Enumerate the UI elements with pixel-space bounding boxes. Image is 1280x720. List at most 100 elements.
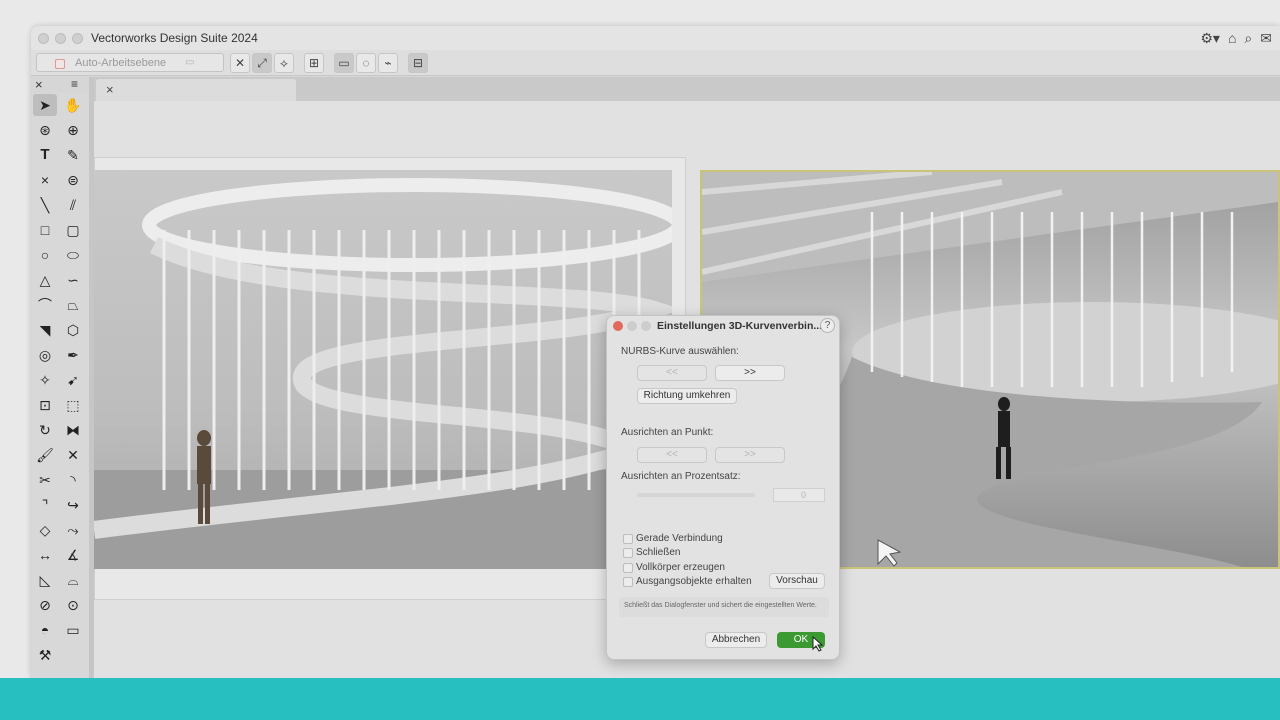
title-bar: Vectorworks Design Suite 2024 ⚙︎▾ ⌂ ⌕ ✉ [31,26,1280,50]
dialog-zoom-button[interactable] [641,321,651,331]
angular-dimension-tool-icon[interactable]: ∡ [61,544,85,566]
protractor-tool-icon[interactable]: ◓ [33,619,57,641]
snap-distance-icon[interactable]: ⊞ [304,53,324,73]
reshape-tool-icon[interactable]: ⬚ [61,394,85,416]
stair-render-viewport[interactable] [94,170,672,569]
working-plane-selector[interactable]: Auto-Arbeitsebene ▭ [36,53,224,72]
view-toolbar: Auto-Arbeitsebene ▭ ✕ ⤢ ⟡ ⊞ ▭ ◌ ⌁ ⊟ [31,50,1280,76]
chamfer-tool-icon[interactable]: ◺ [33,569,57,591]
align-point-prev-button[interactable]: << [637,447,707,463]
triangle-tool-icon[interactable]: △ [33,269,57,291]
snap-grid-icon[interactable]: ✕ [230,53,250,73]
nurbs-prev-button[interactable]: << [637,365,707,381]
dimension-tool-icon[interactable]: ↔ [33,544,57,566]
symbol-insertion-tool-icon[interactable]: ⊜ [61,169,85,191]
bottom-accent-bar [0,678,1280,720]
document-tab[interactable]: × [96,79,296,101]
fillet-shape-tool-icon[interactable]: ◥ [33,319,57,341]
bezier-tool-icon[interactable]: ⌓ [61,569,85,591]
dialog-title: Einstellungen 3D-Kurvenverbin... [657,320,823,332]
document-tab-bar: × [94,77,1280,101]
connect-combine-tool-icon[interactable]: ⌝ [33,494,57,516]
tools-hammer-icon[interactable]: ⚒ [33,644,57,666]
selection-tool-icon[interactable]: ➤ [33,94,57,116]
text-tool-icon[interactable]: T [33,144,57,166]
nurbs-curve-label: NURBS-Kurve auswählen: [621,346,739,357]
mail-icon[interactable]: ✉ [1260,29,1272,47]
diameter-dimension-tool-icon[interactable]: ⊘ [33,594,57,616]
regular-polygon-tool-icon[interactable]: ⬡ [61,319,85,341]
zoom-tool-icon[interactable]: ⊕ [61,119,85,141]
search-icon[interactable]: ⌕ [1244,29,1252,47]
home-icon[interactable]: ⌂ [1228,29,1236,47]
plane-pattern-icon: ▭ [185,57,195,68]
dialog-close-button[interactable] [613,321,623,331]
dialog-minimize-button[interactable] [627,321,637,331]
cancel-button[interactable]: Abbrechen [705,632,767,648]
tape-measure-tool-icon[interactable]: ⊙ [61,594,85,616]
minimize-window-button[interactable] [55,33,66,44]
line-tool-icon[interactable]: ╲ [33,194,57,216]
working-plane-label: Auto-Arbeitsebene [75,57,167,69]
settings-gear-icon[interactable]: ⚙︎▾ [1200,29,1220,47]
magic-wand-tool-icon[interactable]: ✧ [33,369,57,391]
keep-source-objects-label: Ausgangsobjekte erhalten [636,576,752,587]
callout-tool-icon[interactable]: ✎ [61,144,85,166]
close-window-button[interactable] [38,33,49,44]
align-percent-slider[interactable] [637,493,755,497]
curve-connection-settings-dialog: Einstellungen 3D-Kurvenverbin... ? NURBS… [606,315,840,660]
keep-source-objects-checkbox[interactable] [623,577,633,587]
zoom-window-button[interactable] [72,33,83,44]
brush-tool-icon[interactable]: 🖌 [33,444,57,466]
snap-object-icon[interactable]: ⤢ [252,53,272,73]
circle-tool-icon[interactable]: ○ [33,244,57,266]
lasso-select-icon[interactable]: ◌ [356,53,376,73]
trim-tool-icon[interactable]: ✕ [61,444,85,466]
reverse-direction-button[interactable]: Richtung umkehren [637,388,737,404]
rounded-rectangle-tool-icon[interactable]: ▢ [61,219,85,241]
snap-intersection-icon[interactable]: ⟡ [274,53,294,73]
oval-tool-icon[interactable]: ⬭ [61,244,85,266]
align-percent-field[interactable]: 0 [773,488,825,502]
close-palette-icon[interactable]: × [35,77,43,92]
window-title: Vectorworks Design Suite 2024 [91,31,258,45]
mirror-tool-icon[interactable]: ⧓ [61,419,85,441]
visibility-tool-icon[interactable]: ➹ [61,369,85,391]
working-plane-checkbox[interactable] [55,59,65,69]
double-line-tool-icon[interactable]: ⫽ [61,194,85,216]
nurbs-next-button[interactable]: >> [715,365,785,381]
align-point-next-button[interactable]: >> [715,447,785,463]
split-tool-icon[interactable]: ✂ [33,469,57,491]
rectangle-select-icon[interactable]: ▭ [334,53,354,73]
dialog-help-button[interactable]: ? [820,318,835,333]
attribute-mapping-tool-icon[interactable]: ⊡ [33,394,57,416]
close-tab-icon[interactable]: × [106,82,114,97]
close-checkbox[interactable] [623,548,633,558]
flyover-tool-icon[interactable]: ⊛ [33,119,57,141]
tool-palette: ➤ ✋ ⊛ ⊕ T ✎ × ⊜ ╲ ⫽ □ ▢ ○ ⬭ △ ∽ ⌒ ⏢ ◥ ⬡ … [31,93,89,678]
preview-button[interactable]: Vorschau [769,573,825,589]
polyline-tool-icon[interactable]: ⌒ [33,294,57,316]
mouse-cursor-icon [812,636,824,652]
align-point-label: Ausrichten an Punkt: [621,427,714,438]
spiral-tool-icon[interactable]: ◎ [33,344,57,366]
align-percent-label: Ausrichten an Prozentsatz: [621,471,741,482]
rectangle-tool-icon[interactable]: □ [33,219,57,241]
polygon-select-icon[interactable]: ⌁ [378,53,398,73]
slot-tool-icon[interactable]: ▭ [61,619,85,641]
offset-tool-icon[interactable]: ↪ [61,494,85,516]
freehand-tool-icon[interactable]: ∽ [61,269,85,291]
create-solid-checkbox[interactable] [623,563,633,573]
polygon-tool-icon[interactable]: ⏢ [61,294,85,316]
palette-menu-icon[interactable]: ≡ [71,77,78,91]
rotate-tool-icon[interactable]: ↻ [33,419,57,441]
layout-icon[interactable]: ⊟ [408,53,428,73]
straight-connection-checkbox[interactable] [623,534,633,544]
pan-tool-icon[interactable]: ✋ [61,94,85,116]
eraser-tool-icon[interactable]: ◇ [33,519,57,541]
arc-tool-icon[interactable]: ◝ [61,469,85,491]
eyedropper-tool-icon[interactable]: ✒ [61,344,85,366]
create-solid-label: Vollkörper erzeugen [636,562,725,573]
locus-tool-icon[interactable]: × [33,169,57,191]
move-by-points-tool-icon[interactable]: ⤳ [61,519,85,541]
